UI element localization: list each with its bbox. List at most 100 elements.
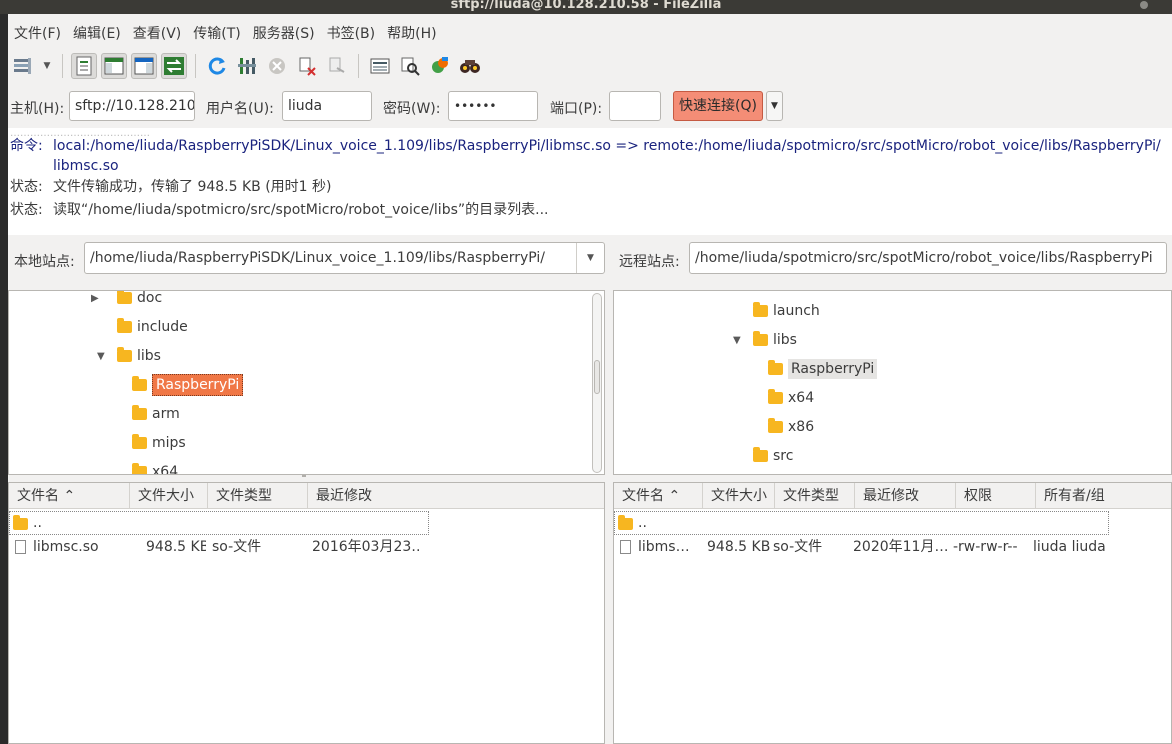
- scrollbar-thumb[interactable]: [594, 360, 600, 394]
- menu-view[interactable]: 查看(V): [127, 22, 188, 46]
- col-type[interactable]: 文件类型: [208, 483, 308, 509]
- col-label: 文件名: [622, 488, 664, 504]
- port-field[interactable]: [609, 91, 661, 121]
- tree-node-launch[interactable]: launch: [753, 300, 820, 322]
- quickconnect-bar: 主机(H): sftp://10.128.210. 用户名(U): liuda …: [0, 88, 1172, 124]
- col-filename[interactable]: 文件名 ⌃: [614, 483, 703, 509]
- tree-node-src[interactable]: src: [753, 445, 793, 467]
- compare-icon[interactable]: [397, 53, 423, 79]
- log-label: 状态:: [10, 202, 43, 218]
- file-modified: 2016年03月23…: [312, 539, 422, 555]
- expand-icon[interactable]: ▶: [91, 293, 99, 304]
- table-row[interactable]: libmsc.so 948.5 KB so-文件 2016年03月23…: [9, 535, 604, 559]
- disconnect-icon[interactable]: [294, 53, 320, 79]
- remote-site-label: 远程站点:: [619, 254, 680, 270]
- log-line: 命令: local:/home/liuda/RaspberryPiSDK/Linu…: [10, 136, 1161, 156]
- menu-file[interactable]: 文件(F): [8, 22, 67, 46]
- menu-edit[interactable]: 编辑(E): [67, 22, 127, 46]
- file-type: so-文件: [773, 539, 823, 555]
- col-size[interactable]: 文件大小: [703, 483, 775, 509]
- toggle-remote-tree-icon[interactable]: [131, 53, 157, 79]
- folder-icon: [132, 434, 147, 449]
- quickconnect-history-dropdown[interactable]: ▼: [766, 91, 783, 121]
- col-size[interactable]: 文件大小: [130, 483, 208, 509]
- tree-node-libs[interactable]: ▼ libs: [95, 345, 161, 367]
- toolbar: ▼: [10, 50, 483, 82]
- tree-node-label-selected: RaspberryPi: [152, 374, 244, 396]
- col-modified[interactable]: 最近修改: [308, 483, 604, 509]
- tree-node-libs[interactable]: ▼ libs: [731, 329, 797, 351]
- table-row[interactable]: ..: [614, 511, 1171, 535]
- tree-node-x64[interactable]: x64: [768, 387, 814, 409]
- file-name: ..: [638, 515, 647, 531]
- col-type[interactable]: 文件类型: [775, 483, 855, 509]
- file-size: 948.5 KB: [146, 539, 206, 555]
- tree-node-x86[interactable]: x86: [768, 416, 814, 438]
- folder-icon: [117, 318, 132, 333]
- collapse-icon[interactable]: ▼: [733, 335, 741, 346]
- menu-transfer[interactable]: 传输(T): [187, 22, 246, 46]
- process-queue-icon[interactable]: [234, 53, 260, 79]
- menu-help[interactable]: 帮助(H): [381, 22, 442, 46]
- cancel-icon[interactable]: [264, 53, 290, 79]
- refresh-icon[interactable]: [204, 53, 230, 79]
- col-permissions[interactable]: 权限: [956, 483, 1036, 509]
- local-file-list: 文件名 ⌃ 文件大小 文件类型 最近修改 .. libmsc.so 948.5 …: [8, 482, 605, 744]
- folder-icon: [753, 447, 768, 462]
- quickconnect-button[interactable]: 快速连接(Q): [673, 91, 763, 121]
- filter-icon[interactable]: [367, 53, 393, 79]
- username-field[interactable]: liuda: [282, 91, 372, 121]
- port-label: 端口(P):: [550, 101, 603, 117]
- site-manager-dropdown-icon[interactable]: ▼: [40, 53, 54, 79]
- tree-node-x64[interactable]: x64: [132, 461, 178, 474]
- toggle-queue-icon[interactable]: [161, 53, 187, 79]
- tree-node-label: x86: [788, 419, 815, 435]
- menu-bar: 文件(F) 编辑(E) 查看(V) 传输(T) 服务器(S) 书签(B) 帮助(…: [8, 22, 443, 46]
- local-path-text: /home/liuda/RaspberryPiSDK/Linux_voice_1…: [90, 250, 545, 266]
- row-focus: [614, 511, 1109, 535]
- message-log: …………………………………… 命令: local:/home/liuda/Rasp…: [8, 128, 1172, 235]
- tree-node-raspberrypi[interactable]: RaspberryPi: [132, 374, 244, 396]
- file-type: so-文件: [212, 539, 262, 555]
- col-label: 文件名: [17, 488, 59, 504]
- col-owner[interactable]: 所有者/组: [1036, 483, 1171, 509]
- reconnect-icon[interactable]: [324, 53, 350, 79]
- tree-node-include[interactable]: include: [117, 316, 188, 338]
- sync-browse-icon[interactable]: [427, 53, 453, 79]
- collapse-icon[interactable]: ▼: [97, 351, 105, 362]
- local-path-field[interactable]: /home/liuda/RaspberryPiSDK/Linux_voice_1…: [84, 242, 605, 274]
- toolbar-separator: [358, 54, 359, 78]
- remote-directory-tree: launch ▼ libs RaspberryPi x64 x86 src: [613, 290, 1172, 475]
- tree-node-arm[interactable]: arm: [132, 403, 180, 425]
- file-name: libms…: [638, 539, 690, 555]
- table-row[interactable]: libms… 948.5 KB so-文件 2020年11月… -rw-rw-r…: [614, 535, 1171, 559]
- tree-node-mips[interactable]: mips: [132, 432, 186, 454]
- toggle-local-tree-icon[interactable]: [101, 53, 127, 79]
- folder-icon: [117, 291, 132, 304]
- menu-server[interactable]: 服务器(S): [247, 22, 321, 46]
- password-field[interactable]: ••••••: [448, 91, 538, 121]
- toggle-message-log-icon[interactable]: [71, 53, 97, 79]
- remote-file-list: 文件名 ⌃ 文件大小 文件类型 最近修改 权限 所有者/组 .. libms… …: [613, 482, 1172, 744]
- menu-bookmarks[interactable]: 书签(B): [321, 22, 382, 46]
- search-icon[interactable]: [457, 53, 483, 79]
- tree-node-label: libs: [773, 332, 797, 348]
- local-site-label: 本地站点:: [14, 254, 75, 270]
- file-size: 948.5 KB: [707, 539, 771, 555]
- remote-path-field[interactable]: /home/liuda/spotmicro/src/spotMicro/robo…: [689, 242, 1167, 274]
- col-modified[interactable]: 最近修改: [855, 483, 956, 509]
- local-file-list-header: 文件名 ⌃ 文件大小 文件类型 最近修改: [9, 483, 604, 509]
- table-row[interactable]: ..: [9, 511, 604, 535]
- host-field[interactable]: sftp://10.128.210.: [69, 91, 195, 121]
- splitter-handle[interactable]: [302, 475, 306, 477]
- file-icon: [15, 540, 26, 554]
- folder-icon: [768, 389, 783, 404]
- tree-node-raspberrypi[interactable]: RaspberryPi: [768, 358, 878, 380]
- local-directory-tree: ▶ doc include ▼ libs RaspberryPi arm mip…: [8, 290, 605, 475]
- site-manager-icon[interactable]: [10, 53, 36, 79]
- col-filename[interactable]: 文件名 ⌃: [9, 483, 130, 509]
- window-close-icon[interactable]: [1140, 1, 1148, 9]
- local-path-dropdown-icon[interactable]: ▼: [576, 243, 604, 273]
- local-tree-scrollbar[interactable]: [592, 293, 602, 473]
- tree-node-doc[interactable]: ▶ doc: [91, 291, 162, 309]
